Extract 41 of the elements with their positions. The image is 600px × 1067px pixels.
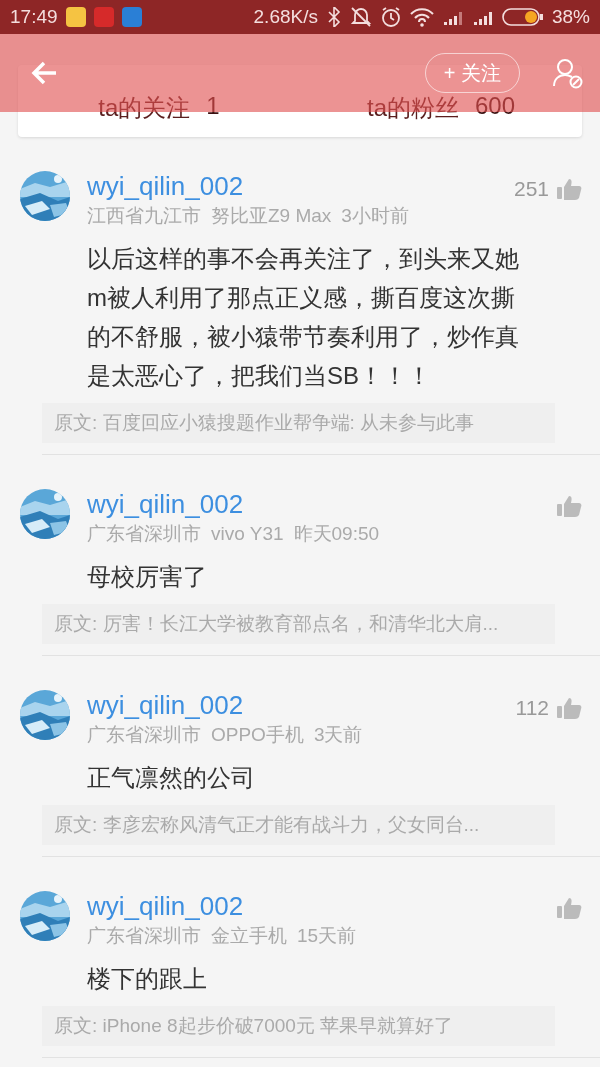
comment-text: 正气凛然的公司 xyxy=(87,763,256,793)
username-link[interactable]: wyi_qilin_002 xyxy=(87,891,244,921)
source-article-link[interactable]: 原文: 厉害！长江大学被教育部点名，和清华北大肩... xyxy=(42,604,555,644)
like-count: 112 xyxy=(515,696,549,720)
thumbs-up-icon[interactable] xyxy=(557,897,582,920)
block-user-icon[interactable] xyxy=(552,57,584,89)
username-link[interactable]: wyi_qilin_002 xyxy=(87,690,244,720)
thumbs-up-icon[interactable] xyxy=(557,177,582,201)
timestamp: 15天前 xyxy=(297,924,357,948)
timestamp: 3小时前 xyxy=(341,204,409,228)
source-article-link[interactable]: 原文: iPhone 8起步价破7000元 苹果早就算好了 xyxy=(42,1006,555,1046)
thumbs-up-icon[interactable] xyxy=(557,696,582,720)
stat-count: 1 xyxy=(206,92,220,121)
thumbs-up-icon[interactable] xyxy=(557,495,582,518)
comment-text: 母校厉害了 xyxy=(87,562,208,592)
location: 江西省九江市 xyxy=(87,204,201,228)
location: 广东省深圳市 xyxy=(87,723,201,747)
device-name: OPPO手机 xyxy=(211,723,304,747)
location: 广东省深圳市 xyxy=(87,522,201,546)
stat-count: 600 xyxy=(475,92,516,121)
source-article-link[interactable]: 原文: 百度回应小猿搜题作业帮争端: 从未参与此事 xyxy=(42,403,555,443)
comment-text: 楼下的跟上 xyxy=(87,964,208,994)
like-count: 251 xyxy=(513,177,549,201)
comment-text: 以后这样的事不会再关注了，到头来又她m被人利用了那点正义感，撕百度这次撕的不舒服，被小猿带节奏利用了，炒作真是太恶心了，把我们当SB！！！ xyxy=(87,244,520,391)
timestamp: 3天前 xyxy=(313,723,363,747)
wifi-icon xyxy=(409,6,434,28)
alarm-icon xyxy=(379,6,402,28)
network-speed: 2.68K/s xyxy=(253,6,318,28)
battery-percent: 38% xyxy=(551,6,590,28)
location: 广东省深圳市 xyxy=(87,924,201,948)
bluetooth-icon xyxy=(325,7,342,27)
device-name: vivo Y31 xyxy=(211,522,284,546)
device-name: 金立手机 xyxy=(211,924,287,948)
source-article-link[interactable]: 原文: 李彦宏称风清气正才能有战斗力，父女同台... xyxy=(42,805,555,845)
device-name: 努比亚Z9 Max xyxy=(211,204,332,228)
battery-icon xyxy=(501,7,544,27)
timestamp: 昨天09:50 xyxy=(293,522,380,546)
username-link[interactable]: wyi_qilin_002 xyxy=(87,171,244,201)
clock: 17:49 xyxy=(10,6,58,28)
username-link[interactable]: wyi_qilin_002 xyxy=(87,489,244,519)
muted-bell-icon xyxy=(349,6,372,28)
